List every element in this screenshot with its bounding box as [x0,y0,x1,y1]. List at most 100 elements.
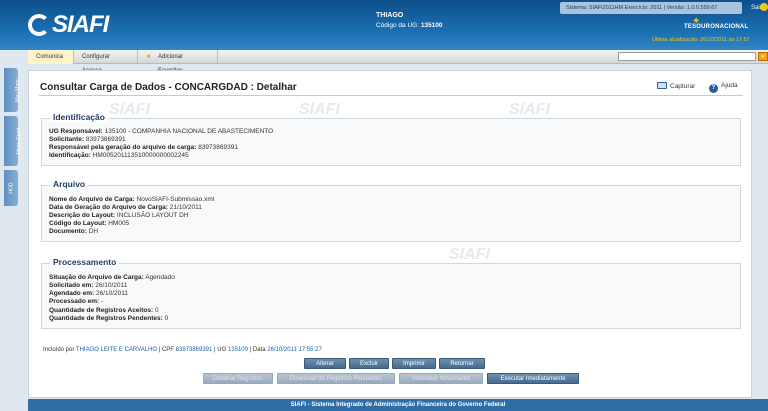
field-registros-pendentes: Quantidade de Registros Pendentes: 0 [49,315,168,322]
field-label: UG Responsável: [49,128,103,135]
tab-comunica[interactable]: Comunica [28,50,74,64]
field-label: Responsável pela geração do arquivo de c… [49,144,197,151]
field-data-geracao: Data de Geração do Arquivo de Carga: 21/… [49,204,202,211]
field-label: Quantidade de Registros Aceitos: [49,307,154,314]
last-update: Última atualização: 26/10/2011 às 17:57 [652,37,750,43]
detalhar-registros-button[interactable]: Detalhar Registros [203,373,273,384]
tab-configurar-acesso[interactable]: Configurar Acesso [74,50,138,74]
siafi-logo[interactable]: SIAFI [28,11,109,39]
ug-code: 135100 [420,22,443,29]
field-value: 21/10/2011 [169,204,202,211]
capturar-button[interactable]: Capturar [657,82,695,90]
page-title: Consultar Carga de Dados - CONCARGDAD : … [40,82,297,93]
ug-info: Código da UG: 135100 [376,22,443,29]
sidetab-hod[interactable]: HOD [4,170,18,206]
inclusion-info: Incluído por THIAGO LEITE E CARVALHO | C… [43,347,322,353]
field-descricao-layout: Descrição do Layout: INCLUSÃO LAYOUT DH [49,212,189,219]
field-responsavel-geracao: Responsável pela geração do arquivo de c… [49,144,238,151]
footer: SIAFI - Sistema Integrado de Administraç… [28,399,768,411]
ajuda-label: Ajuda [721,82,738,89]
sair-icon[interactable] [760,3,768,11]
field-label: Nome do Arquivo de Carga: [49,196,135,203]
search-input[interactable] [618,52,756,61]
user-name: THIAGO [376,12,404,19]
section-processamento: Processamento Situação do Arquivo de Car… [41,257,741,329]
user-link[interactable]: THIAGO LEITE E CARVALHO [76,347,157,353]
meta-label: | CPF [158,347,174,353]
field-nome-arquivo: Nome do Arquivo de Carga: NovoSIAFI-Subm… [49,196,214,203]
field-ug-responsavel: UG Responsável: 135100 - COMPANHIA NACIO… [49,128,273,135]
sidetab-meu-menu[interactable]: Meu Menu [4,68,21,112]
field-label: Descrição do Layout: [49,212,116,219]
field-label: Processado em: [49,298,100,305]
section-title: Identificação [50,112,108,122]
watermark: SIAFI [109,101,150,118]
field-value: 0 [164,315,169,322]
field-value: NovoSIAFI-Submissao.xml [136,196,215,203]
field-codigo-layout: Código do Layout: HM005 [49,220,129,227]
field-label: Identificação: [49,152,91,159]
field-label: Documento: [49,228,87,235]
logo-text: SIAFI [52,11,109,38]
field-value: 83973869391 [198,144,238,151]
imprimir-button[interactable]: Imprimir [392,358,436,369]
field-label: Código do Layout: [49,220,107,227]
star-icon: ★ [146,54,152,60]
field-value: INCLUSÃO LAYOUT DH [116,212,189,219]
field-solicitante: Solicitante: 83973869391 [49,136,126,143]
tab-adicionar-favoritos[interactable]: ★Adicionar Favoritos [138,50,218,74]
field-value: 0 [154,307,159,314]
watermark: SIAFI [299,101,340,118]
field-agendado-em: Agendado em: 26/10/2011 [49,290,128,297]
field-label: Data de Geração do Arquivo de Carga: [49,204,168,211]
ajuda-button[interactable]: ? Ajuda [709,82,738,93]
sidetab-label: Menu Geral [16,127,23,155]
field-value: 26/10/2011 [95,282,128,289]
section-title: Processamento [50,257,120,267]
field-value: - [101,298,104,305]
search-go-button[interactable]: » [758,52,768,61]
meta-label: Incluído por [43,347,75,353]
field-value: 135100 - COMPANHIA NACIONAL DE ABASTECIM… [104,128,274,135]
sidetab-label: HOD [8,182,15,194]
sidetab-label: Meu Menu [14,78,21,102]
tesouro-nacional-logo: TESOURONACIONAL [684,24,749,30]
field-value: HM005 [108,220,130,227]
help-icon: ? [709,84,718,93]
field-value: HM005201113510000000002245 [92,152,189,159]
title-divider [39,95,743,96]
field-registros-aceitos: Quantidade de Registros Aceitos: 0 [49,307,159,314]
sidetab-menu-geral[interactable]: Menu Geral [4,116,22,166]
section-arquivo: Arquivo Nome do Arquivo de Carga: NovoSI… [41,179,741,242]
main-content: SIAFI SIAFI SIAFI SIAFI SIAFI SIAFI SIAF… [28,70,752,398]
cpf-value: 83973869391 [175,347,213,353]
alterar-button[interactable]: Alterar [304,358,346,369]
watermark: SIAFI [449,246,490,263]
executar-imediatamente-button[interactable]: Executar Imediatamente [487,373,579,384]
section-identificacao: Identificação UG Responsável: 135100 - C… [41,112,741,166]
field-label: Agendado em: [49,290,95,297]
excluir-button[interactable]: Excluir [349,358,389,369]
section-title: Arquivo [50,179,89,189]
field-value: DH [88,228,99,235]
field-situacao: Situação do Arquivo de Carga: Agendado [49,274,175,281]
camera-icon [657,82,667,89]
field-identificacao: Identificação: HM00520111351000000000224… [49,152,189,159]
field-value: Agendado [145,274,175,281]
field-solicitado-em: Solicitado em: 26/10/2011 [49,282,127,289]
retornar-button[interactable]: Retornar [439,358,485,369]
system-info: Sistema: SIAFI2011HM Exercício: 2011 | V… [560,2,742,14]
header-bar: SIAFI THIAGO Código da UG: 135100 Sistem… [0,0,768,50]
capturar-label: Capturar [670,83,696,90]
field-value: 26/10/2011 [95,290,129,297]
field-documento: Documento: DH [49,228,98,235]
field-label: Quantidade de Registros Pendentes: [49,315,163,322]
ug-label: Código da UG: [376,22,419,29]
download-pendentes-button[interactable]: Download de Registros Pendentes [277,373,395,384]
watermark: SIAFI [509,101,550,118]
submeter-novamente-button[interactable]: Submeter Novamente [399,373,483,384]
field-value: 83973869391 [85,136,126,143]
meta-label: | Data [249,347,266,353]
field-label: Situação do Arquivo de Carga: [49,274,144,281]
field-processado-em: Processado em: - [49,298,103,305]
